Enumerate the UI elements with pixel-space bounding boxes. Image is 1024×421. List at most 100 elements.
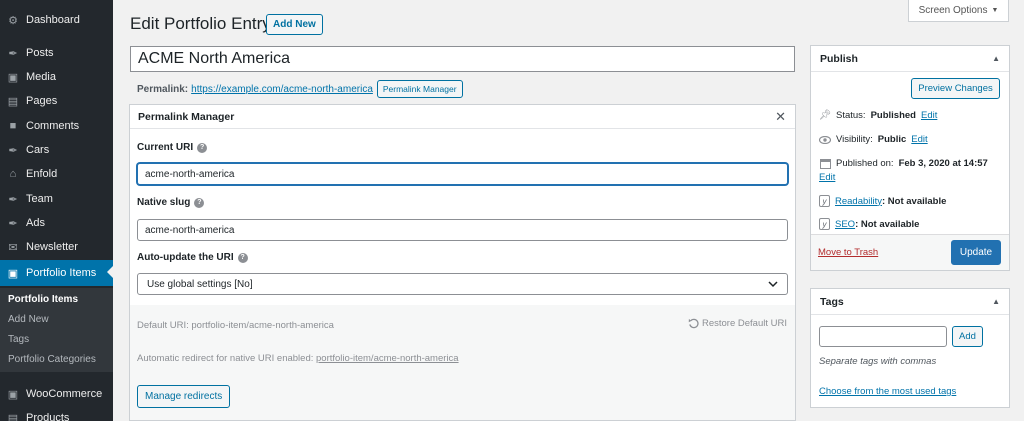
preview-changes-button[interactable]: Preview Changes <box>911 78 1000 99</box>
move-to-trash-link[interactable]: Move to Trash <box>818 247 878 258</box>
restore-default-label: Restore Default URI <box>701 318 787 329</box>
permalink-manager-panel: Permalink Manager ✕ Current URI ? Native… <box>129 104 796 421</box>
update-button[interactable]: Update <box>951 240 1001 265</box>
menu-newsletter[interactable]: ✉ Newsletter <box>0 235 113 259</box>
menu-label: Team <box>26 193 53 205</box>
submenu-portfolio-categories[interactable]: Portfolio Categories <box>8 354 96 365</box>
submenu-add-new[interactable]: Add New <box>8 314 49 325</box>
undo-icon <box>688 318 699 329</box>
menu-cars[interactable]: ✒ Cars <box>0 138 113 162</box>
publish-actions: Move to Trash Update <box>811 234 1009 270</box>
visibility-value: Public <box>877 134 907 145</box>
menu-label: Media <box>26 71 56 83</box>
visibility-label: Visibility: <box>836 134 873 145</box>
page-title: Edit Portfolio Entry <box>130 14 271 33</box>
edit-date-link[interactable]: Edit <box>819 172 835 183</box>
menu-portfolio-items[interactable]: ▣ Portfolio Items <box>0 260 113 286</box>
menu-label: Ads <box>26 217 45 229</box>
label-text: Current URI <box>137 142 194 153</box>
help-icon[interactable]: ? <box>237 252 248 263</box>
menu-enfold[interactable]: ⌂ Enfold <box>0 162 113 186</box>
comments-icon: ■ <box>9 120 17 132</box>
manage-redirects-button[interactable]: Manage redirects <box>137 385 231 408</box>
edit-status-link[interactable]: Edit <box>921 110 937 121</box>
tags-input[interactable] <box>819 326 947 347</box>
seo-value: : Not available <box>855 218 920 230</box>
submenu-portfolio-items[interactable]: Portfolio Items <box>8 294 78 305</box>
choose-most-used-tags-link[interactable]: Choose from the most used tags <box>819 386 956 397</box>
native-slug-input[interactable] <box>137 219 788 241</box>
published-label: Published on: <box>836 158 894 169</box>
add-tag-button[interactable]: Add <box>952 326 983 347</box>
auto-update-select[interactable]: Use global settings [No] <box>137 273 788 295</box>
add-new-button[interactable]: Add New <box>266 14 323 35</box>
menu-team[interactable]: ✒ Team <box>0 187 113 211</box>
help-icon[interactable]: ? <box>197 142 208 153</box>
media-icon: ▣ <box>7 71 19 84</box>
restore-default-uri-button[interactable]: Restore Default URI <box>688 318 787 329</box>
woocommerce-icon: ▣ <box>7 388 19 401</box>
seo-link[interactable]: SEO <box>835 219 855 230</box>
panel-footer: Default URI: portfolio-item/acme-north-a… <box>130 305 795 420</box>
publish-box: Publish ▲ Preview Changes 📌︎ Status: Pub… <box>810 45 1010 271</box>
menu-label: Posts <box>26 47 54 59</box>
seo-row: y SEO: Not available <box>819 218 919 230</box>
auto-redirect-text: Automatic redirect for native URI enable… <box>137 353 459 364</box>
publish-header[interactable]: Publish ▲ <box>811 46 1009 72</box>
submenu-tags[interactable]: Tags <box>8 334 29 345</box>
mail-icon: ✉ <box>8 241 18 254</box>
screen-options-label: Screen Options <box>918 5 988 16</box>
edit-visibility-link[interactable]: Edit <box>911 134 927 145</box>
menu-media[interactable]: ▣ Media <box>0 65 113 89</box>
panel-header: Permalink Manager ✕ <box>130 105 795 129</box>
screen-options-button[interactable]: Screen Options ▼ <box>908 0 1009 22</box>
tags-header[interactable]: Tags ▲ <box>811 289 1009 315</box>
permalink-link[interactable]: https://example.com/acme-north-america <box>191 84 373 95</box>
menu-label: Enfold <box>26 168 58 180</box>
published-value: Feb 3, 2020 at 14:57 <box>898 158 988 169</box>
current-uri-input[interactable] <box>137 163 788 185</box>
pin-icon: ✒ <box>8 47 18 60</box>
pin-icon: 📌︎ <box>818 110 832 121</box>
menu-products[interactable]: ▤ Products <box>0 406 113 421</box>
pages-icon: ▤ <box>7 95 19 108</box>
caret-up-icon[interactable]: ▲ <box>992 297 1000 306</box>
published-edit-row: Edit <box>819 172 835 183</box>
menu-ads[interactable]: ✒ Ads <box>0 211 113 235</box>
menu-comments[interactable]: ■ Comments <box>0 114 113 138</box>
default-uri-text: Default URI: portfolio-item/acme-north-a… <box>137 320 334 331</box>
menu-label: Cars <box>26 144 50 156</box>
help-icon[interactable]: ? <box>194 197 205 208</box>
menu-label: Pages <box>26 95 58 107</box>
seo-text: SEO: Not available <box>835 219 919 230</box>
readability-text: Readability: Not available <box>835 196 946 207</box>
caret-up-icon[interactable]: ▲ <box>992 54 1000 63</box>
native-slug-label: Native slug ? <box>137 197 205 208</box>
default-uri-label: Default URI: <box>137 320 189 331</box>
menu-label: Products <box>26 412 70 421</box>
menu-woocommerce[interactable]: ▣ WooCommerce <box>0 382 113 406</box>
auto-redirect-link[interactable]: portfolio-item/acme-north-america <box>316 353 459 364</box>
readability-link[interactable]: Readability <box>835 196 882 207</box>
menu-label: WooCommerce <box>26 388 103 400</box>
visibility-row: Visibility: Public Edit <box>819 134 928 145</box>
permalink-label: Permalink: <box>137 83 189 95</box>
menu-label: Portfolio Items <box>26 267 97 279</box>
permalink-manager-button[interactable]: Permalink Manager <box>376 80 463 98</box>
label-text: Native slug <box>137 197 191 208</box>
readability-value: : Not available <box>882 195 947 207</box>
select-value: Use global settings [No] <box>147 278 253 290</box>
post-title-input[interactable] <box>130 46 795 72</box>
tags-help-text: Separate tags with commas <box>819 356 937 367</box>
eye-icon <box>819 135 831 144</box>
tags-title: Tags <box>820 295 844 308</box>
publish-title: Publish <box>820 52 858 65</box>
menu-dashboard[interactable]: ⚙ Dashboard <box>0 8 113 32</box>
menu-pages[interactable]: ▤ Pages <box>0 89 113 113</box>
pin-icon: ✒ <box>8 144 18 157</box>
menu-posts[interactable]: ✒ Posts <box>0 41 113 65</box>
close-icon[interactable]: ✕ <box>775 109 786 125</box>
calendar-icon <box>819 158 831 169</box>
menu-label: Dashboard <box>26 14 80 26</box>
portfolio-submenu: Portfolio Items Add New Tags Portfolio C… <box>0 288 113 372</box>
